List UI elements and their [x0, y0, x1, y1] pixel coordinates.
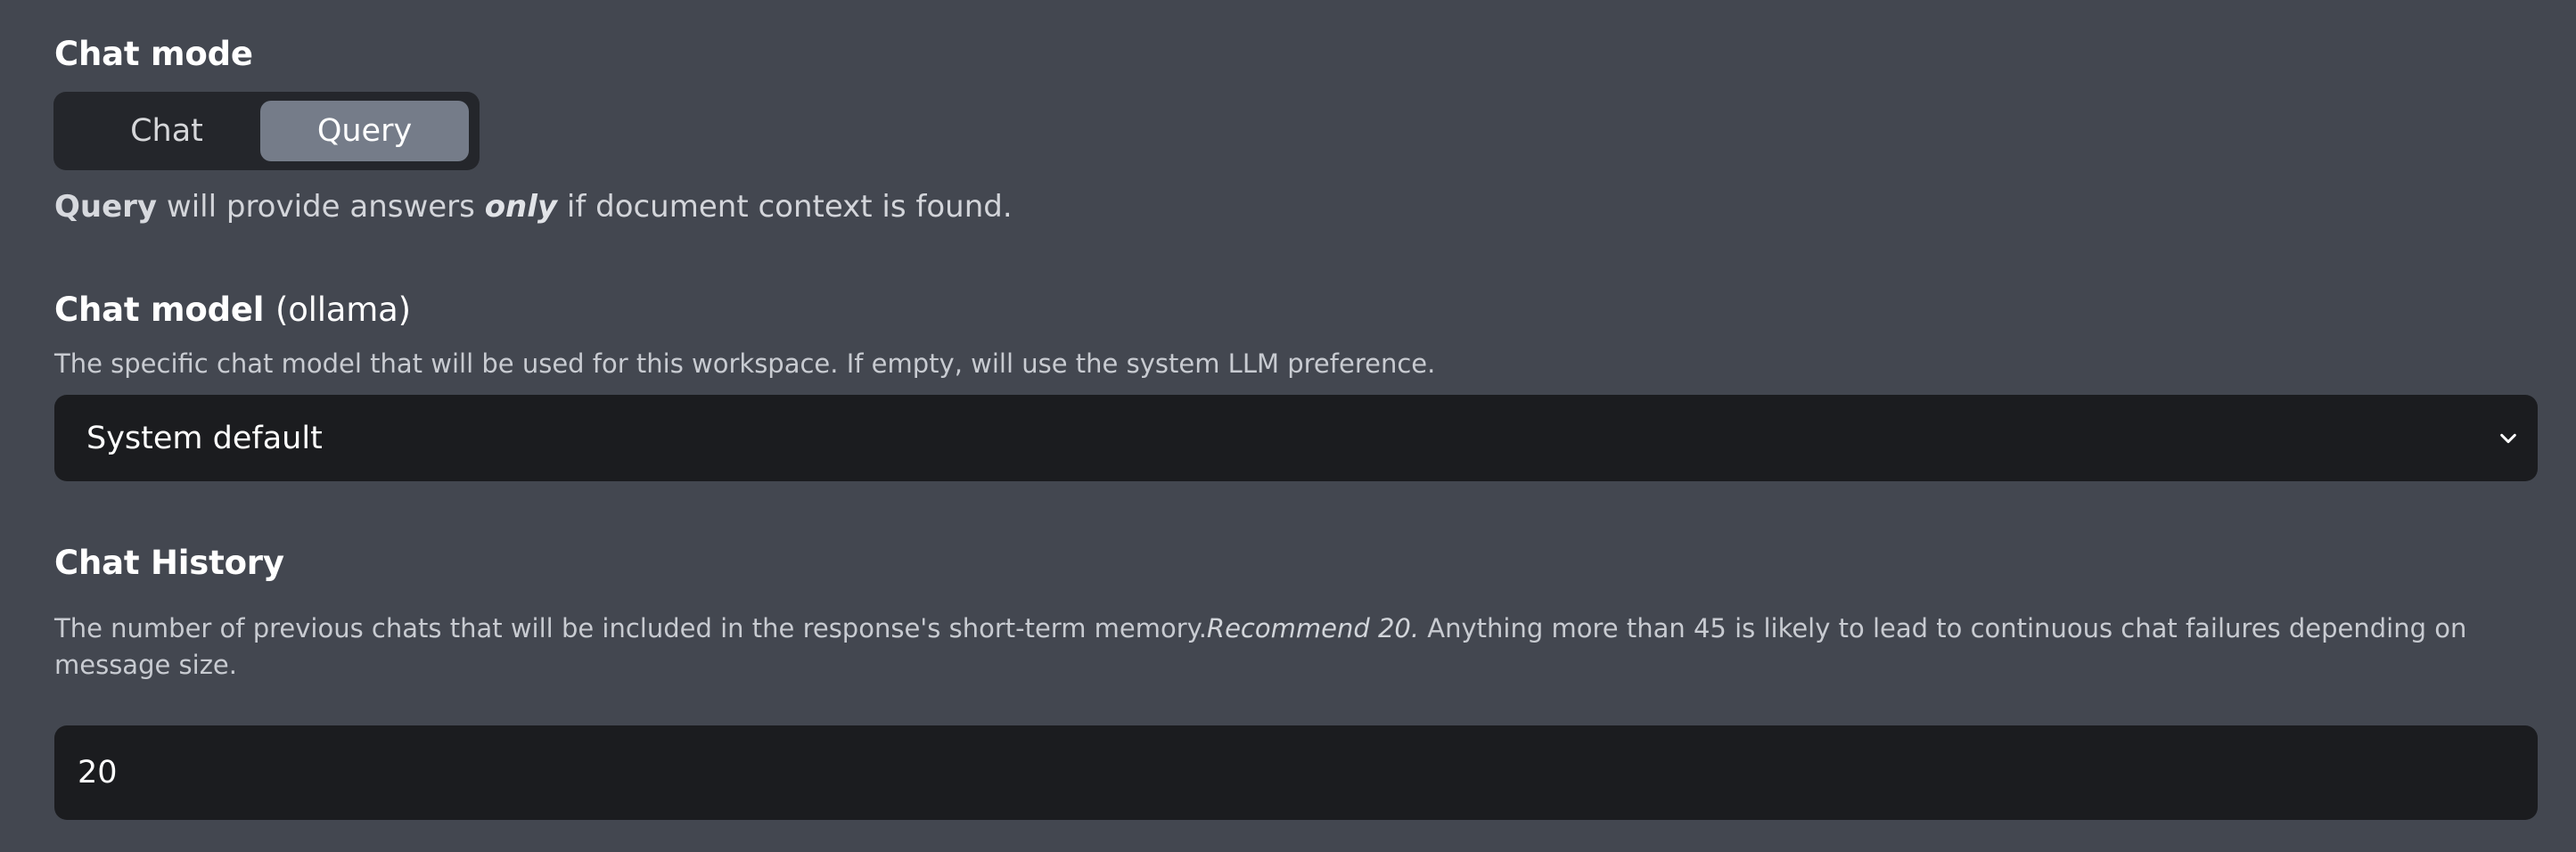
chat-history-description-part1: The number of previous chats that will b…	[54, 613, 1207, 643]
chat-history-input[interactable]: 20	[54, 725, 2538, 820]
chat-history-recommend: Recommend 20.	[1206, 613, 1420, 643]
chat-mode-chat-button[interactable]: Chat	[62, 101, 271, 161]
chat-mode-query-button[interactable]: Query	[260, 101, 469, 161]
chat-mode-helper-emphasis: only	[484, 189, 558, 225]
chat-model-title-main: Chat model	[54, 291, 265, 329]
chat-model-select[interactable]: System default	[54, 395, 2538, 481]
chat-model-selected-value: System default	[86, 420, 323, 456]
chat-mode-toggle: Chat Query	[53, 92, 480, 170]
chat-history-description: The number of previous chats that will b…	[54, 610, 2532, 683]
chevron-down-icon	[2500, 433, 2516, 443]
chat-model-provider: (ollama)	[275, 291, 411, 329]
chat-mode-helper-after: if document context is found.	[557, 189, 1013, 225]
chat-mode-helper-bold: Query	[54, 189, 158, 225]
chat-model-description: The specific chat model that will be use…	[54, 348, 1436, 379]
chat-model-title: Chat model (ollama)	[54, 293, 411, 326]
chat-history-value: 20	[78, 755, 118, 791]
chat-mode-helper-before: will provide answers	[157, 189, 485, 225]
chat-history-title: Chat History	[54, 544, 284, 582]
chat-mode-title: Chat mode	[54, 35, 253, 73]
chat-mode-helper-text: Query will provide answers only if docum…	[54, 192, 1013, 222]
workspace-chat-settings: Chat mode Chat Query Query will provide …	[0, 0, 2576, 852]
